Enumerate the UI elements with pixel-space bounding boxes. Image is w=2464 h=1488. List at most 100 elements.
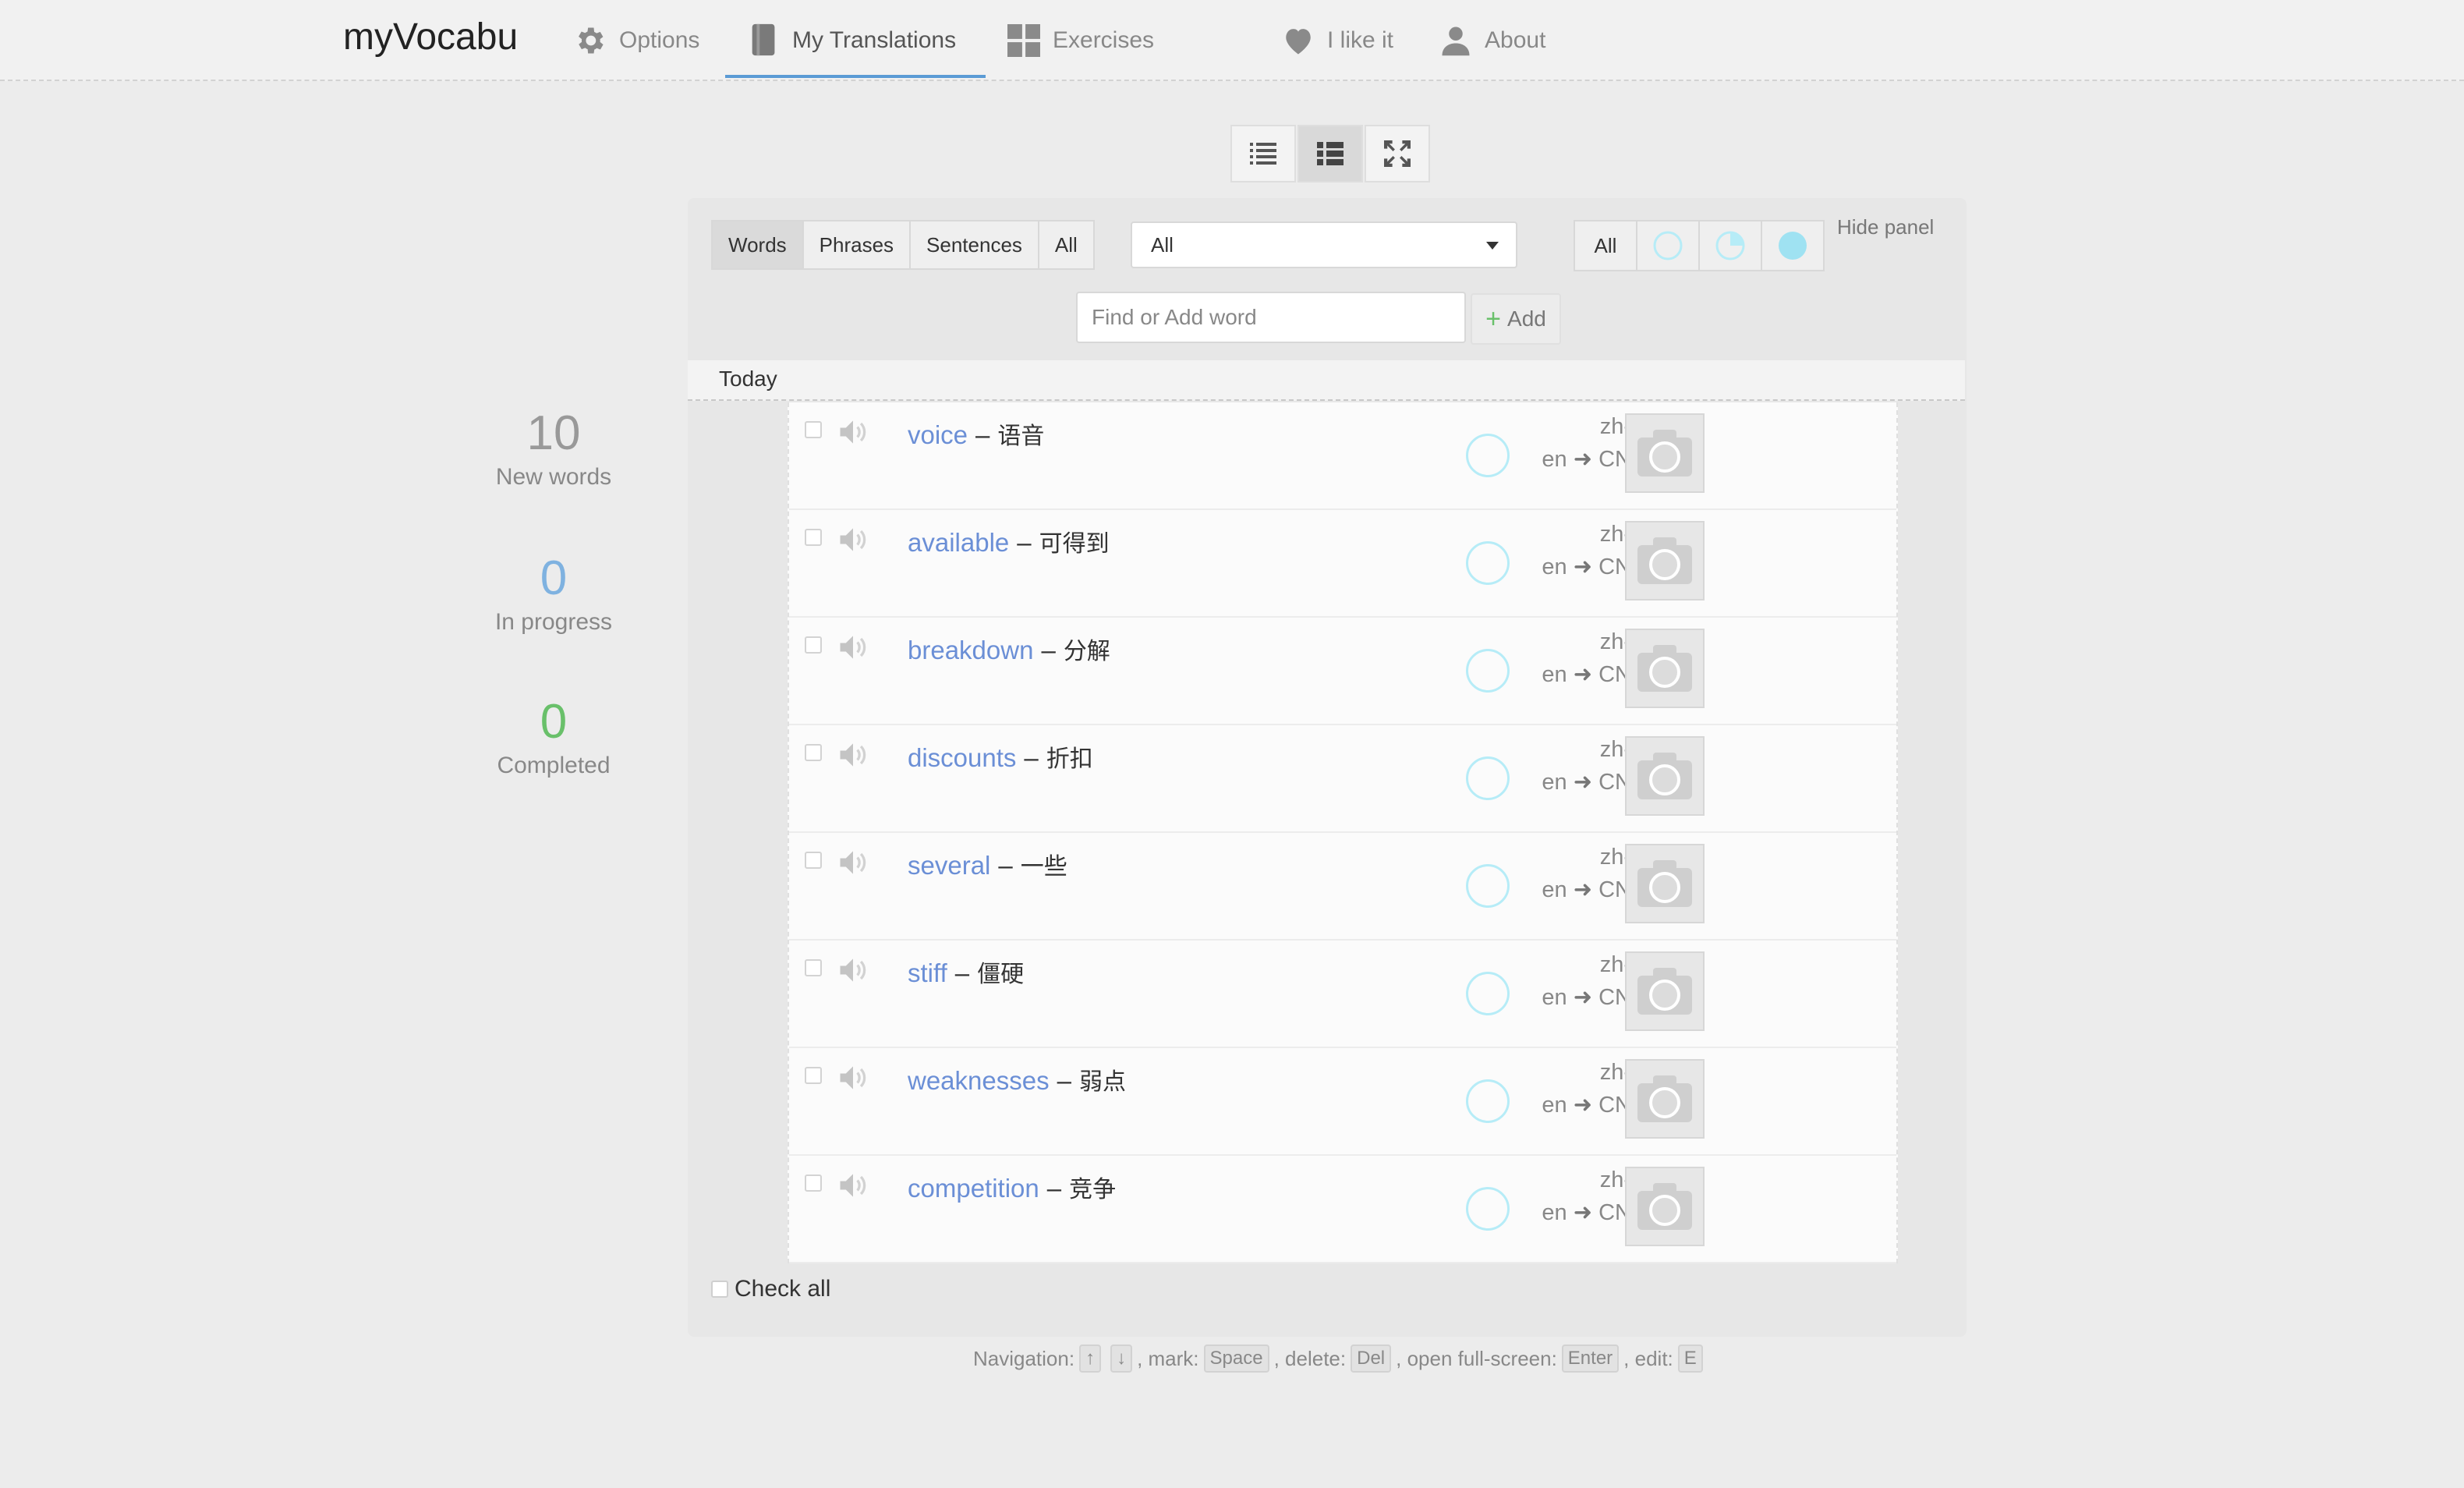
word-text[interactable]: discounts [908, 743, 1016, 772]
stat-new-count: 10 [526, 406, 581, 460]
lang-to-top: zh- [1599, 414, 1631, 439]
view-fullscreen-button[interactable] [1365, 125, 1430, 182]
camera-icon[interactable] [1625, 951, 1705, 1031]
word-text[interactable]: competition [908, 1174, 1039, 1203]
word-separator: – [1041, 636, 1056, 664]
category-select[interactable]: All [1131, 221, 1517, 268]
nav-options[interactable]: Options [572, 19, 699, 62]
camera-icon[interactable] [1625, 1167, 1705, 1246]
speaker-icon[interactable] [836, 1061, 870, 1099]
word-text[interactable]: stiff [908, 958, 947, 987]
word-row[interactable]: available – 可得到 zh- en ➜ CN [789, 510, 1896, 618]
status-all[interactable]: All [1574, 220, 1637, 271]
word-row[interactable]: breakdown – 分解 zh- en ➜ CN [789, 618, 1896, 725]
word-text[interactable]: breakdown [908, 636, 1033, 664]
stat-in-progress: 0 In progress [468, 551, 639, 636]
filter-phrases[interactable]: Phrases [802, 220, 912, 270]
filter-all[interactable]: All [1037, 220, 1095, 270]
camera-icon[interactable] [1625, 736, 1705, 816]
speaker-icon[interactable] [836, 523, 870, 561]
progress-ring-icon[interactable] [1466, 541, 1510, 585]
lang-direction: en ➜ CN [1542, 877, 1631, 902]
detailed-list-icon [1317, 142, 1344, 165]
nav-exercises-label: Exercises [1053, 27, 1155, 53]
status-in-progress[interactable] [1698, 220, 1762, 271]
view-detailed-button[interactable] [1297, 125, 1363, 182]
word-text[interactable]: weaknesses [908, 1066, 1050, 1095]
add-button[interactable]: + Add [1471, 293, 1561, 345]
camera-icon[interactable] [1625, 1059, 1705, 1139]
filter-words[interactable]: Words [711, 220, 804, 270]
nav-exercises[interactable]: Exercises [1007, 19, 1154, 62]
row-checkbox[interactable] [805, 529, 822, 546]
row-checkbox[interactable] [805, 959, 822, 976]
word-text[interactable]: available [908, 528, 1009, 557]
word-list: voice – 语音 zh- en ➜ CN available – 可得到 zh- e… [788, 402, 1898, 1263]
word-entry: several – 一些 [908, 847, 1067, 881]
word-separator: – [1046, 1174, 1062, 1203]
row-checkbox[interactable] [805, 636, 822, 654]
progress-ring-icon[interactable] [1466, 1079, 1510, 1123]
word-entry: breakdown – 分解 [908, 632, 1110, 666]
camera-icon[interactable] [1625, 413, 1705, 493]
camera-icon[interactable] [1625, 629, 1705, 708]
word-row[interactable]: voice – 语音 zh- en ➜ CN [789, 402, 1896, 510]
check-all-checkbox[interactable] [711, 1281, 728, 1298]
word-row[interactable]: weaknesses – 弱点 zh- en ➜ CN [789, 1048, 1896, 1156]
find-or-add-input[interactable] [1076, 292, 1466, 343]
heart-icon [1286, 29, 1311, 55]
progress-ring-icon[interactable] [1466, 649, 1510, 693]
progress-ring-icon[interactable] [1466, 864, 1510, 908]
status-completed[interactable] [1761, 220, 1825, 271]
camera-icon[interactable] [1625, 521, 1705, 601]
lang-direction: en ➜ CN [1542, 662, 1631, 687]
nav-about[interactable]: About [1439, 19, 1545, 62]
filter-sentences[interactable]: Sentences [909, 220, 1039, 270]
status-new[interactable] [1636, 220, 1700, 271]
word-text[interactable]: several [908, 851, 990, 880]
speaker-icon[interactable] [836, 845, 870, 884]
lang-to-top: zh- [1599, 629, 1631, 654]
word-row[interactable]: stiff – 僵硬 zh- en ➜ CN [789, 941, 1896, 1048]
progress-ring-icon[interactable] [1466, 434, 1510, 477]
word-row[interactable]: several – 一些 zh- en ➜ CN [789, 833, 1896, 941]
progress-ring-icon[interactable] [1466, 756, 1510, 800]
word-translation: 可得到 [1039, 531, 1110, 557]
shortcut-navigation-label: Navigation: [973, 1346, 1075, 1370]
view-compact-button[interactable] [1230, 125, 1296, 182]
speaker-icon[interactable] [836, 738, 870, 776]
nav-my-translations[interactable]: My Translations [749, 19, 956, 62]
fullscreen-icon [1384, 140, 1411, 167]
row-checkbox[interactable] [805, 421, 822, 438]
lang-direction: en ➜ CN [1542, 770, 1631, 795]
word-separator: – [975, 420, 990, 449]
nav-options-label: Options [619, 27, 700, 53]
row-checkbox[interactable] [805, 744, 822, 761]
language-pair: zh- en ➜ CN [1536, 733, 1631, 799]
key-down: ↓ [1110, 1345, 1133, 1373]
user-icon [1442, 27, 1470, 56]
word-row[interactable]: discounts – 折扣 zh- en ➜ CN [789, 725, 1896, 833]
hide-panel-link[interactable]: Hide panel [1837, 215, 1934, 239]
speaker-icon[interactable] [836, 1168, 870, 1206]
word-row[interactable]: competition – 竞争 zh- en ➜ CN [789, 1156, 1896, 1263]
speaker-icon[interactable] [836, 415, 870, 453]
grid-icon [1007, 24, 1040, 57]
stat-in-progress-count: 0 [540, 551, 568, 605]
row-checkbox[interactable] [805, 1067, 822, 1084]
check-all[interactable]: Check all [711, 1276, 830, 1302]
lang-direction: en ➜ CN [1542, 1200, 1631, 1225]
key-e: E [1677, 1345, 1703, 1373]
word-text[interactable]: voice [908, 420, 968, 449]
row-checkbox[interactable] [805, 1174, 822, 1192]
progress-ring-icon[interactable] [1466, 1187, 1510, 1231]
progress-ring-icon[interactable] [1466, 972, 1510, 1015]
speaker-icon[interactable] [836, 953, 870, 991]
speaker-icon[interactable] [836, 630, 870, 668]
app-logo[interactable]: myVocabu [343, 16, 518, 58]
view-mode-toggle [1230, 125, 1432, 182]
word-entry: discounts – 折扣 [908, 739, 1093, 774]
camera-icon[interactable] [1625, 844, 1705, 923]
nav-like[interactable]: I like it [1282, 19, 1393, 62]
row-checkbox[interactable] [805, 852, 822, 869]
